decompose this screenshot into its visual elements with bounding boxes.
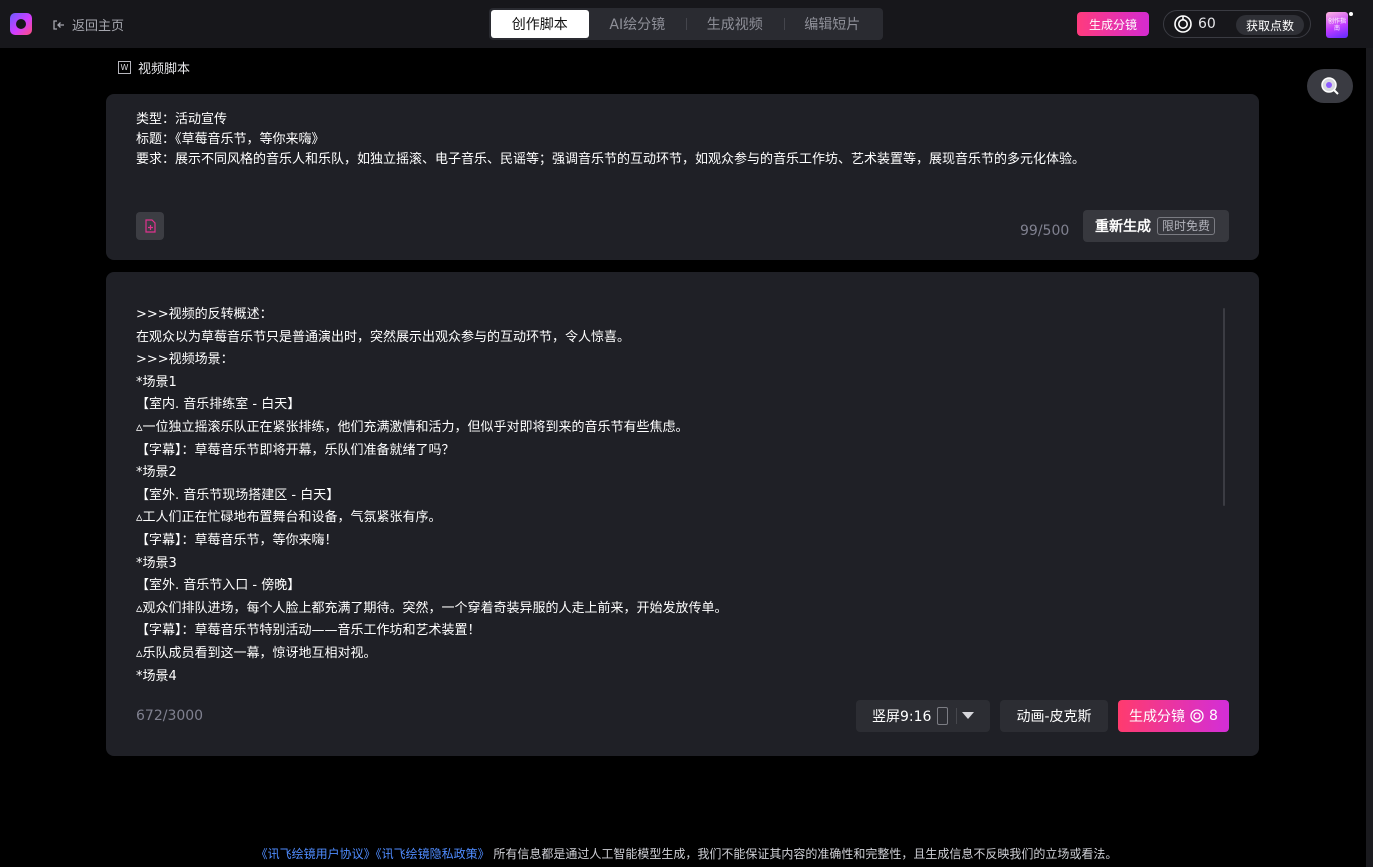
script-line: ▵一位独立摇滚乐队正在紧张排练，他们充满激情和活力，但似乎对即将到来的音乐节有些… <box>136 419 689 435</box>
script-char-count: 672/3000 <box>136 708 204 724</box>
script-line: >>>视频场景： <box>136 352 234 368</box>
page-scrollbar[interactable] <box>1366 48 1373 867</box>
generate-storyboard-label: 生成分镜 <box>1129 709 1186 725</box>
portrait-frame-icon <box>937 707 949 725</box>
generate-storyboard-top-button[interactable]: 生成分镜 <box>1077 12 1149 36</box>
prompt-line: 要求：展示不同风格的音乐人和乐队，如独立摇滚、电子音乐、民谣等；强调音乐节的互动… <box>136 152 1086 167</box>
document-icon: W <box>118 61 131 74</box>
attach-file-button[interactable] <box>136 212 164 240</box>
tab-generate-video[interactable]: 生成视频 <box>686 10 784 38</box>
assistant-orb-icon <box>1321 77 1339 95</box>
prompt-line: 标题：《草莓音乐节，等你来嗨》 <box>136 132 325 147</box>
script-line: *场景1 <box>136 374 177 390</box>
script-line: 在观众以为草莓音乐节只是普通演出时，突然展示出观众参与的互动环节，令人惊喜。 <box>136 329 631 345</box>
aspect-ratio-select[interactable]: 竖屏9:16 <box>856 700 990 732</box>
script-panel: >>>视频的反转概述： 在观众以为草莓音乐节只是普通演出时，突然展示出观众参与的… <box>106 272 1259 756</box>
section-title: W 视频脚本 <box>118 58 190 77</box>
app-logo[interactable] <box>10 13 32 35</box>
tab-ai-storyboard[interactable]: AI绘分镜 <box>589 10 687 38</box>
generate-cost: 8 <box>1209 708 1218 724</box>
script-line: 【室内. 音乐排练室 - 白天】 <box>136 397 301 413</box>
script-line: ▵工人们正在忙碌地布置舞台和设备，气氛紧张有序。 <box>136 510 442 526</box>
regenerate-button[interactable]: 重新生成 限时免费 <box>1083 210 1229 242</box>
workflow-tabs: 创作脚本 AI绘分镜 生成视频 编辑短片 <box>489 8 883 40</box>
script-line: ▵观众们排队进场，每个人脸上都充满了期待。突然，一个穿着奇装异服的人走上前来，开… <box>136 600 728 616</box>
back-arrow-icon <box>53 19 64 30</box>
script-line: 【字幕】：草莓音乐节，等你来嗨！ <box>136 532 338 548</box>
free-badge: 限时免费 <box>1157 217 1216 235</box>
script-line: ▵乐队成员看到这一幕，惊讶地互相对视。 <box>136 645 377 661</box>
script-line: *场景2 <box>136 465 177 481</box>
script-line: *场景4 <box>136 668 177 684</box>
script-line: 【字幕】：草莓音乐节即将开幕，乐队们准备就绪了吗？ <box>136 442 455 458</box>
add-file-icon <box>145 219 156 233</box>
script-textarea[interactable]: >>>视频的反转概述： 在观众以为草莓音乐节只是普通演出时，突然展示出观众参与的… <box>136 304 1216 684</box>
prompt-char-count: 99/500 <box>1020 223 1070 239</box>
select-divider <box>956 708 957 724</box>
regenerate-label: 重新生成 <box>1095 219 1151 235</box>
points-widget: 60 获取点数 <box>1163 10 1311 38</box>
prompt-panel: 类型：活动宣传 标题：《草莓音乐节，等你来嗨》 要求：展示不同风格的音乐人和乐队… <box>106 94 1259 260</box>
prompt-line: 类型：活动宣传 <box>136 112 228 127</box>
privacy-policy-link[interactable]: 《讯飞绘镜隐私政策》 <box>376 847 490 861</box>
footer: 《讯飞绘镜用户协议》《讯飞绘镜隐私政策》 所有信息都是通过人工智能模型生成，我们… <box>0 845 1373 862</box>
points-coin-icon <box>1190 709 1204 723</box>
prompt-textarea[interactable]: 类型：活动宣传 标题：《草莓音乐节，等你来嗨》 要求：展示不同风格的音乐人和乐队… <box>136 110 1085 170</box>
aspect-ratio-label: 竖屏9:16 <box>872 709 932 725</box>
script-line: >>>视频的反转概述： <box>136 307 273 322</box>
script-line: *场景3 <box>136 555 177 571</box>
top-bar: 返回主页 创作脚本 AI绘分镜 生成视频 编辑短片 生成分镜 60 获取点数 创… <box>0 0 1373 48</box>
back-home-label: 返回主页 <box>72 19 125 34</box>
user-agreement-link[interactable]: 《讯飞绘镜用户协议》 <box>256 847 376 861</box>
script-line: 【室外. 音乐节现场搭建区 - 白天】 <box>136 487 340 503</box>
notification-dot-icon <box>1349 12 1353 16</box>
points-coin-icon <box>1174 15 1192 33</box>
back-home-link[interactable]: 返回主页 <box>52 15 124 34</box>
section-title-label: 视频脚本 <box>138 62 191 77</box>
get-points-button[interactable]: 获取点数 <box>1235 15 1304 35</box>
style-select-button[interactable]: 动画-皮克斯 <box>1000 700 1108 732</box>
assistant-float-button[interactable] <box>1307 69 1353 103</box>
tab-create-script[interactable]: 创作脚本 <box>491 10 589 38</box>
chevron-down-icon <box>962 712 974 719</box>
tab-edit-short[interactable]: 编辑短片 <box>783 10 882 38</box>
script-scrollbar[interactable] <box>1223 308 1225 506</box>
avatar[interactable]: 创作指南 <box>1326 12 1348 38</box>
script-line: 【室外. 音乐节入口 - 傍晚】 <box>136 578 301 594</box>
footer-disclaimer: 所有信息都是通过人工智能模型生成，我们不能保证其内容的准确性和完整性，且生成信息… <box>493 847 1118 861</box>
script-line: 【字幕】：草莓音乐节特别活动——音乐工作坊和艺术装置！ <box>136 623 481 639</box>
points-value: 60 <box>1198 16 1216 32</box>
generate-storyboard-button[interactable]: 生成分镜 8 <box>1118 700 1229 732</box>
